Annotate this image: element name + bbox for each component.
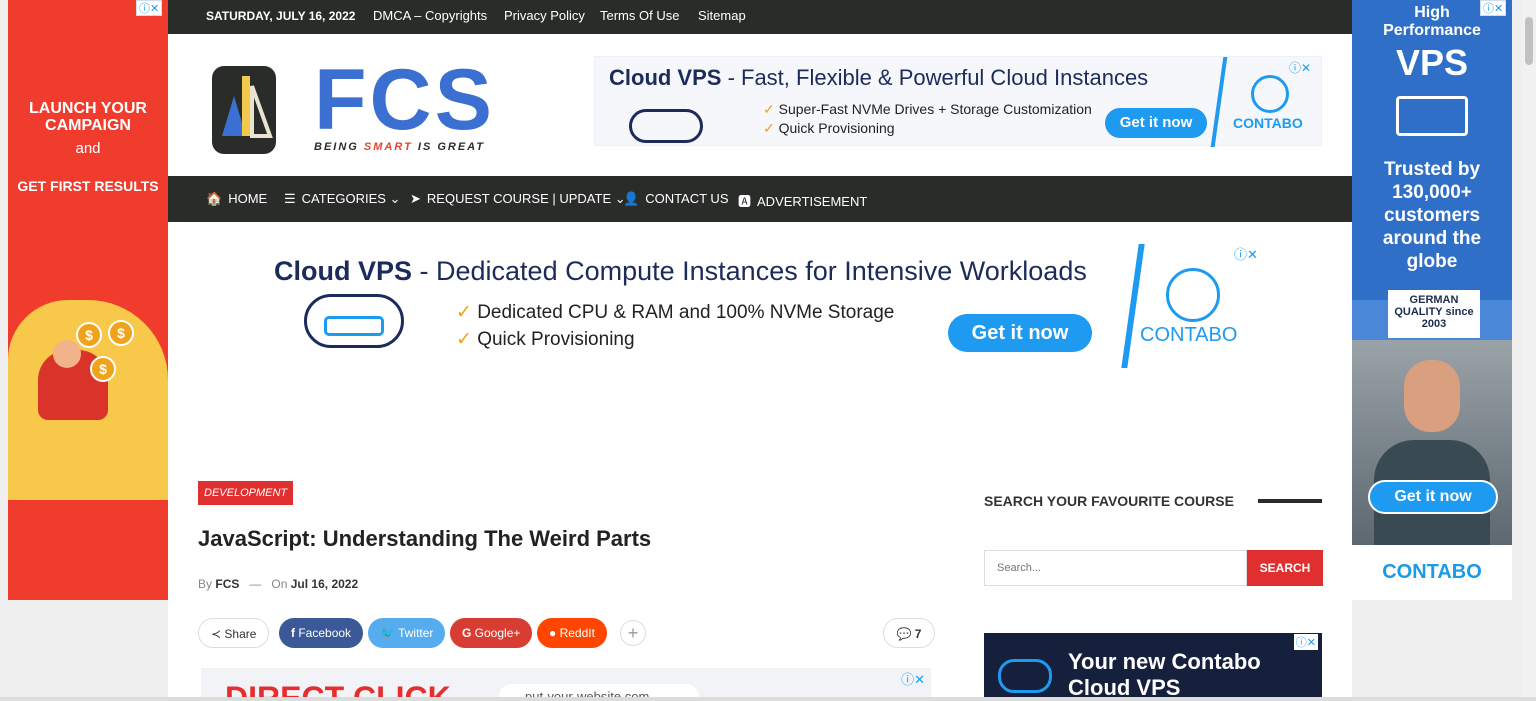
ad-headline: High Performance <box>1383 4 1481 39</box>
banner-feature: ✓ Quick Provisioning <box>456 329 635 350</box>
ad-product: VPS <box>1395 42 1469 83</box>
coin-icon: $ <box>76 322 102 348</box>
author-link[interactable]: FCS <box>215 577 239 591</box>
search-input[interactable] <box>984 550 1247 586</box>
google-icon: G <box>462 626 475 640</box>
content-banner-ad[interactable]: Cloud VPS - Dedicated Compute Instances … <box>268 238 1258 372</box>
menu-icon: ☰ <box>284 191 296 206</box>
share-icon: ≺ <box>211 627 225 641</box>
current-date: SATURDAY, JULY 16, 2022 <box>206 9 356 23</box>
nav-item-request-course[interactable]: ➤ REQUEST COURSE | UPDATE ⌄ <box>410 191 626 207</box>
server-icon <box>324 316 384 336</box>
banner-feature: ✓ Super-Fast NVMe Drives + Storage Custo… <box>763 101 1092 117</box>
banner-feature: ✓ Quick Provisioning <box>763 120 895 136</box>
twitter-share-button[interactable]: 🐦 Twitter <box>368 618 446 648</box>
scrollbar-thumb[interactable] <box>1525 17 1533 65</box>
terms-of-use-link[interactable]: Terms Of Use <box>600 8 679 23</box>
send-icon: ➤ <box>410 191 421 206</box>
sitemap-link[interactable]: Sitemap <box>698 8 746 23</box>
ad-close-icon[interactable]: ⓘ✕ <box>1293 634 1318 650</box>
banner-feature: ✓ Dedicated CPU & RAM and 100% NVMe Stor… <box>456 302 895 323</box>
nav-item-home[interactable]: 🏠 HOME <box>206 191 267 207</box>
nav-item-contact[interactable]: 👤 CONTACT US <box>623 191 729 207</box>
banner-title: Cloud VPS - Fast, Flexible & Powerful Cl… <box>609 65 1149 90</box>
sidebar-ad[interactable]: Your new Contabo Cloud VPS ⓘ✕ <box>984 633 1322 701</box>
googleplus-share-button[interactable]: G Google+ <box>450 618 533 648</box>
nav-item-advertisement[interactable]: 🅰 ADVERTISEMENT <box>738 191 867 210</box>
post-title: JavaScript: Understanding The Weird Part… <box>198 526 652 551</box>
server-icon <box>1396 96 1468 136</box>
top-bar: SATURDAY, JULY 16, 2022 DMCA – Copyright… <box>168 0 1352 34</box>
contabo-brand: CONTABO <box>1140 324 1238 346</box>
coin-icon: $ <box>108 320 134 346</box>
ad-cta-button[interactable]: Get it now <box>1368 480 1498 514</box>
banner-cta-button[interactable]: Get it now <box>1105 108 1207 138</box>
main-column: SATURDAY, JULY 16, 2022 DMCA – Copyright… <box>168 0 1352 701</box>
coin-icon: $ <box>90 356 116 382</box>
ad-close-icon[interactable]: ⓘ✕ <box>901 669 925 688</box>
banner-divider <box>1210 57 1228 147</box>
post-meta: By FCS — On Jul 16, 2022 <box>198 577 359 591</box>
header-banner-ad[interactable]: Cloud VPS - Fast, Flexible & Powerful Cl… <box>594 56 1322 147</box>
banner-title: Cloud VPS - Dedicated Compute Instances … <box>274 256 1087 286</box>
home-icon: 🏠 <box>206 191 223 206</box>
ad-subline: GET FIRST RESULTS <box>17 178 159 194</box>
reddit-share-button[interactable]: ● ReddIt <box>537 618 607 648</box>
vertical-scrollbar[interactable] <box>1522 0 1536 701</box>
comment-icon: 💬 <box>896 627 915 641</box>
facebook-share-button[interactable]: f Facebook <box>279 618 364 648</box>
heading-divider <box>1258 499 1322 503</box>
ad-trust-text: Trusted by 130,000+ customers around the… <box>1382 159 1482 272</box>
twitter-icon: 🐦 <box>380 626 399 640</box>
cloud-server-icon <box>998 659 1052 693</box>
ad-headline: LAUNCH YOUR CAMPAIGN <box>29 100 147 134</box>
post-date: Jul 16, 2022 <box>290 577 359 591</box>
search-button[interactable]: SEARCH <box>1247 550 1323 586</box>
ad-close-icon[interactable]: ⓘ✕ <box>136 0 163 16</box>
ad-connector: and <box>75 140 101 157</box>
logo-tagline: BEING SMART IS GREAT <box>314 141 486 153</box>
contact-icon: 👤 <box>623 191 640 206</box>
horizontal-scrollbar[interactable] <box>0 697 1536 701</box>
ad-close-icon[interactable]: ⓘ✕ <box>1234 244 1258 263</box>
logo-wordmark: FCS <box>314 52 495 148</box>
sidebar-ad-title: Your new Contabo Cloud VPS <box>1068 649 1261 700</box>
contabo-brand: CONTABO <box>1233 115 1303 131</box>
more-share-button[interactable]: + <box>620 620 646 646</box>
main-navigation: 🏠 HOME ☰ CATEGORIES ⌄ ➤ REQUEST COURSE | UP… <box>168 176 1352 222</box>
ad-close-icon[interactable]: ⓘ✕ <box>1289 59 1311 76</box>
advertisement-icon: 🅰 <box>738 194 752 209</box>
cloud-server-icon <box>629 109 703 143</box>
privacy-policy-link[interactable]: Privacy Policy <box>504 8 585 23</box>
logo-mark-icon <box>212 66 276 154</box>
left-side-ad[interactable]: ⓘ✕ LAUNCH YOUR CAMPAIGN and GET FIRST RE… <box>8 0 168 600</box>
contabo-logo-icon <box>1251 75 1289 113</box>
banner-divider <box>1121 244 1145 368</box>
ad-person-face <box>1404 360 1460 432</box>
comments-count-button[interactable]: 💬 7 <box>883 618 935 648</box>
german-quality-badge: GERMAN QUALITY since 2003 <box>1388 290 1480 338</box>
ad-person-head <box>53 340 81 368</box>
right-side-ad[interactable]: ⓘ✕ High Performance VPS Trusted by 130,0… <box>1352 0 1512 600</box>
share-button[interactable]: ≺ Share <box>198 618 270 648</box>
nav-item-categories[interactable]: ☰ CATEGORIES ⌄ <box>284 191 400 207</box>
dmca-link[interactable]: DMCA – Copyrights <box>373 8 487 23</box>
contabo-logo-icon <box>1166 268 1220 322</box>
category-badge[interactable]: DEVELOPMENT <box>198 481 294 505</box>
sidebar-heading: SEARCH YOUR FAVOURITE COURSE <box>984 493 1234 509</box>
reddit-icon: ● <box>549 626 560 640</box>
contabo-logo: CONTABO <box>1352 545 1512 600</box>
banner-cta-button[interactable]: Get it now <box>948 314 1092 352</box>
